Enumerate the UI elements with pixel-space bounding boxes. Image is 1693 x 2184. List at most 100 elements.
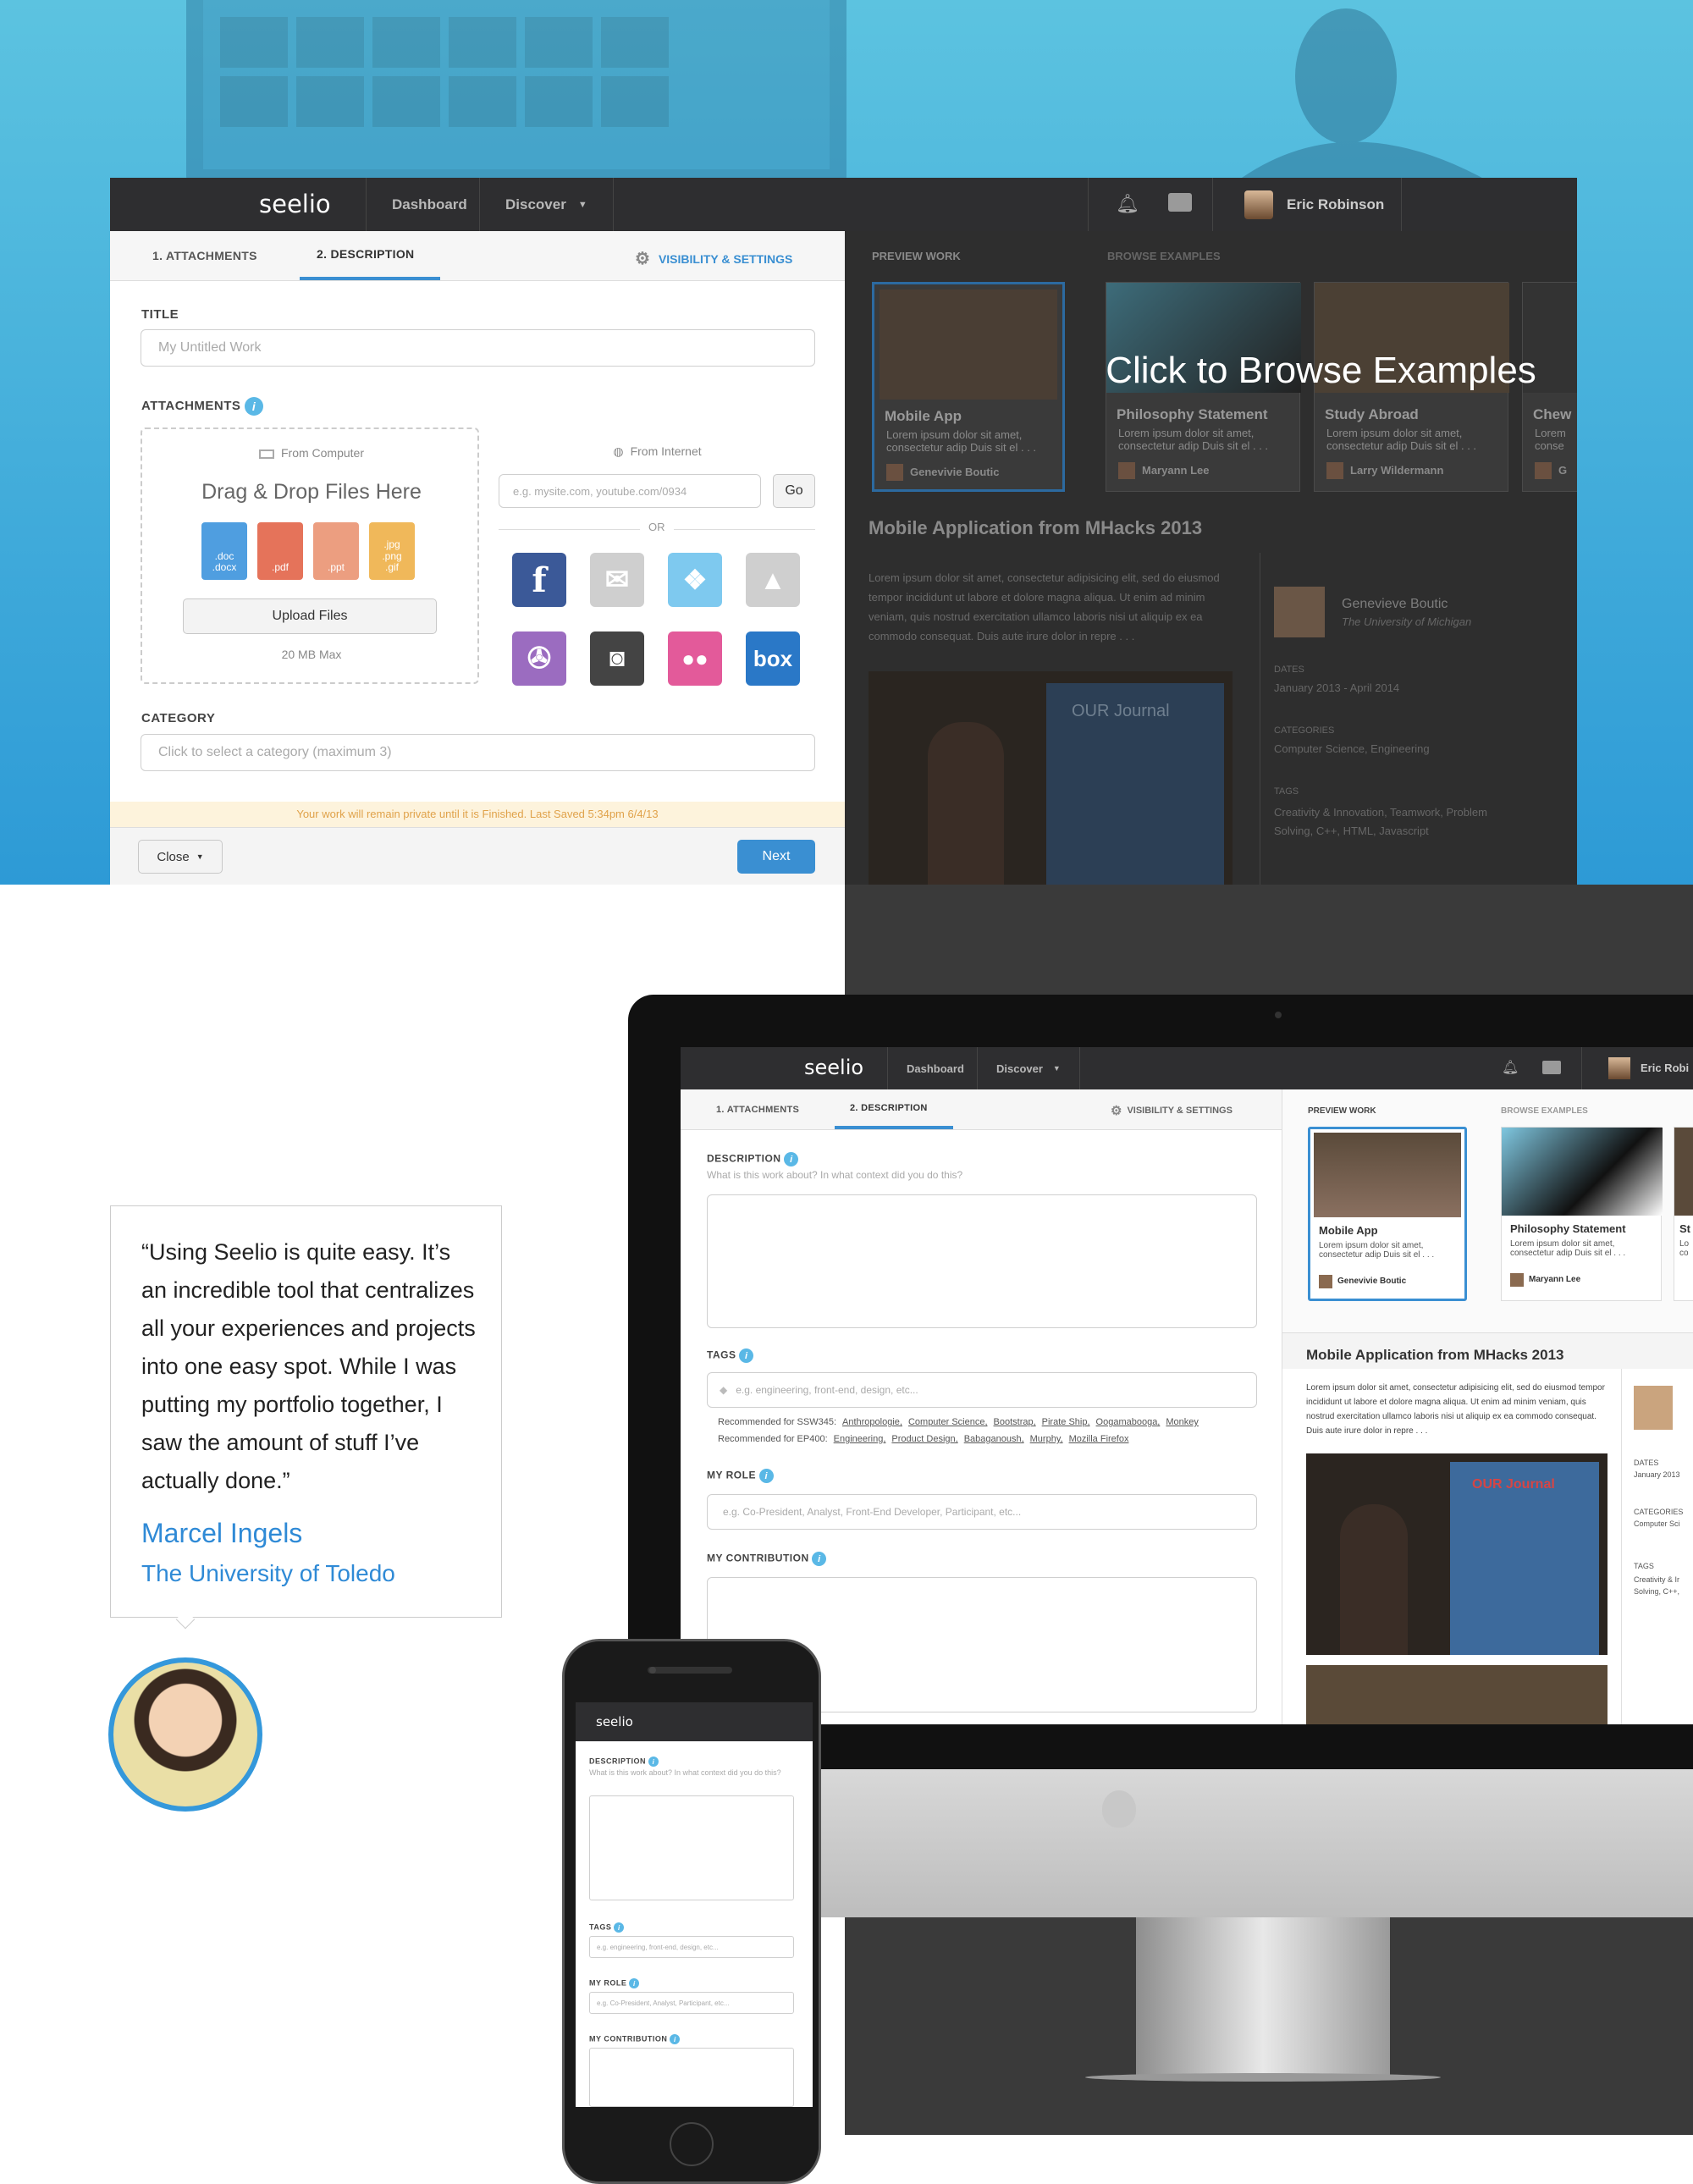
go-button[interactable]: Go (773, 474, 815, 508)
author-avatar (1634, 1386, 1673, 1430)
category-input[interactable]: Click to select a category (maximum 3) (141, 734, 815, 771)
dropbox-icon[interactable]: ❖ (668, 553, 722, 607)
role-input[interactable]: e.g. Co-President, Analyst, Participant,… (589, 1992, 794, 2014)
recommended-tag[interactable]: Engineering, (834, 1434, 886, 1444)
nav-discover[interactable]: Discover ▼ (479, 178, 614, 231)
card-title: Mobile App (1319, 1224, 1378, 1237)
next-button[interactable]: Next (737, 840, 815, 874)
example-card[interactable]: St Lo co (1674, 1127, 1693, 1301)
tab-attachments[interactable]: 1. ATTACHMENTS (110, 231, 300, 280)
contribution-label-text: MY CONTRIBUTION (707, 1552, 809, 1564)
flickr-icon[interactable]: ●● (668, 631, 722, 686)
testimonial-avatar (108, 1657, 262, 1812)
divider (1581, 1047, 1582, 1089)
title-label: TITLE (141, 307, 179, 322)
info-icon[interactable]: i (784, 1152, 799, 1166)
close-button[interactable]: Close ▼ (138, 840, 223, 874)
google-drive-icon[interactable]: ▲ (746, 553, 800, 607)
recommended-tag[interactable]: Computer Science, (908, 1417, 988, 1427)
card-title: Chew (1533, 406, 1572, 422)
home-button[interactable] (670, 2122, 714, 2166)
recommended-tag[interactable]: Oogamabooga, (1096, 1417, 1161, 1427)
tags-label-text: TAGS (707, 1348, 736, 1361)
file-drop-zone[interactable]: From Computer Drag & Drop Files Here .do… (141, 427, 479, 684)
recommended-tag[interactable]: Anthropologie, (842, 1417, 902, 1427)
preview-panel[interactable]: PREVIEW WORK BROWSE EXAMPLES Mobile App … (845, 231, 1577, 885)
card-author: Maryann Lee (1142, 464, 1210, 477)
presenter-figure (928, 722, 1004, 885)
user-name[interactable]: Eric Robinson (1287, 196, 1384, 213)
seelio-logo[interactable]: seelio (596, 1714, 633, 1729)
tab-description[interactable]: 2. DESCRIPTION (300, 231, 440, 280)
description-textarea[interactable] (589, 1795, 794, 1900)
recommended-tag[interactable]: Pirate Ship, (1042, 1417, 1090, 1427)
bell-icon[interactable]: 🔔︎ (1116, 193, 1139, 215)
description-label-text: DESCRIPTION (589, 1757, 647, 1766)
nav-discover[interactable]: Discover ▼ (977, 1047, 1080, 1089)
instagram-icon[interactable]: ◙ (590, 631, 644, 686)
recommended-tags-row: Recommended for EP400: Engineering, Prod… (718, 1434, 1128, 1444)
info-icon[interactable]: i (245, 397, 264, 416)
recommended-tag[interactable]: Babaganoush, (964, 1434, 1024, 1444)
recommended-tag[interactable]: Monkey (1166, 1417, 1199, 1427)
tags-input[interactable]: ◆ e.g. engineering, front-end, design, et… (707, 1372, 1257, 1408)
attachments-label: ATTACHMENTS i (141, 397, 264, 416)
tab-description[interactable]: 2. DESCRIPTION (835, 1089, 953, 1129)
info-icon[interactable]: i (648, 1757, 659, 1767)
categories-label: CATEGORIES (1274, 725, 1335, 736)
mail-icon[interactable]: ✉︎ (590, 553, 644, 607)
info-icon[interactable]: i (739, 1348, 754, 1363)
description-label-text: DESCRIPTION (707, 1152, 781, 1165)
visibility-settings-link[interactable]: ⚙︎ VISIBILITY & SETTINGS (1111, 1103, 1233, 1118)
user-avatar[interactable] (1244, 190, 1273, 219)
description-hint: What is this work about? In what context… (589, 1768, 781, 1777)
attachments-label-text: ATTACHMENTS (141, 398, 241, 413)
bell-icon[interactable]: 🔔︎ (1502, 1059, 1519, 1076)
example-card[interactable]: Philosophy Statement Lorem ipsum dolor s… (1501, 1127, 1663, 1301)
card-author-avatar (886, 464, 903, 481)
seelio-logo[interactable]: seelio (804, 1056, 863, 1079)
upload-files-button[interactable]: Upload Files (183, 598, 437, 634)
role-label-text: MY ROLE (707, 1469, 756, 1481)
from-internet-label: From Internet (630, 444, 702, 458)
chat-icon[interactable] (1168, 193, 1192, 212)
nav-dashboard[interactable]: Dashboard (887, 1047, 983, 1089)
title-input[interactable]: My Untitled Work (141, 329, 815, 367)
card-body: Lorem ipsum dolor sit amet, consectetur … (886, 428, 1037, 454)
role-input[interactable]: e.g. Co-President, Analyst, Front-End De… (707, 1494, 1257, 1530)
category-label: CATEGORY (141, 711, 216, 725)
info-icon[interactable]: i (758, 1469, 774, 1483)
recommended-tag[interactable]: Bootstrap, (994, 1417, 1036, 1427)
chevron-down-icon: ▼ (196, 852, 204, 861)
recommended-tag[interactable]: Product Design, (891, 1434, 957, 1444)
contribution-textarea[interactable] (589, 2048, 794, 2107)
info-icon[interactable]: i (614, 1922, 625, 1933)
facebook-icon[interactable]: f (512, 553, 566, 607)
box-icon[interactable]: box (746, 631, 800, 686)
recommended-tag[interactable]: Mozilla Firefox (1069, 1434, 1129, 1444)
recommended-tag[interactable]: Murphy, (1030, 1434, 1063, 1444)
or-separator: OR (640, 521, 674, 533)
chat-icon[interactable] (1542, 1061, 1561, 1074)
description-textarea[interactable] (707, 1194, 1257, 1328)
picasa-icon[interactable]: ✇ (512, 631, 566, 686)
card-title: St (1679, 1222, 1690, 1235)
browse-overlay-text[interactable]: Click to Browse Examples (845, 350, 1577, 392)
user-avatar[interactable] (1608, 1057, 1630, 1079)
author-school: The University of Michigan (1342, 615, 1472, 628)
card-author: Genevivie Boutic (910, 466, 1000, 478)
seelio-logo[interactable]: seelio (259, 190, 331, 218)
url-input[interactable]: e.g. mysite.com, youtube.com/0934 (499, 474, 761, 508)
ppt-file-icon: .ppt (313, 522, 359, 580)
tab-attachments[interactable]: 1. ATTACHMENTS (681, 1089, 835, 1129)
example-card[interactable]: Mobile App Lorem ipsum dolor sit amet, c… (1308, 1127, 1467, 1301)
info-icon[interactable]: i (812, 1552, 827, 1566)
info-icon[interactable]: i (670, 2034, 681, 2044)
tags-value: Creativity & Ir Solving, C++, (1634, 1575, 1680, 1596)
visibility-settings-link[interactable]: ⚙︎ VISIBILITY & SETTINGS (635, 248, 792, 269)
chevron-down-icon: ▼ (577, 199, 587, 210)
tags-input[interactable]: e.g. engineering, front-end, design, etc… (589, 1936, 794, 1958)
user-name[interactable]: Eric Robi (1641, 1062, 1689, 1074)
nav-dashboard[interactable]: Dashboard (366, 178, 493, 231)
info-icon[interactable]: i (629, 1978, 640, 1988)
